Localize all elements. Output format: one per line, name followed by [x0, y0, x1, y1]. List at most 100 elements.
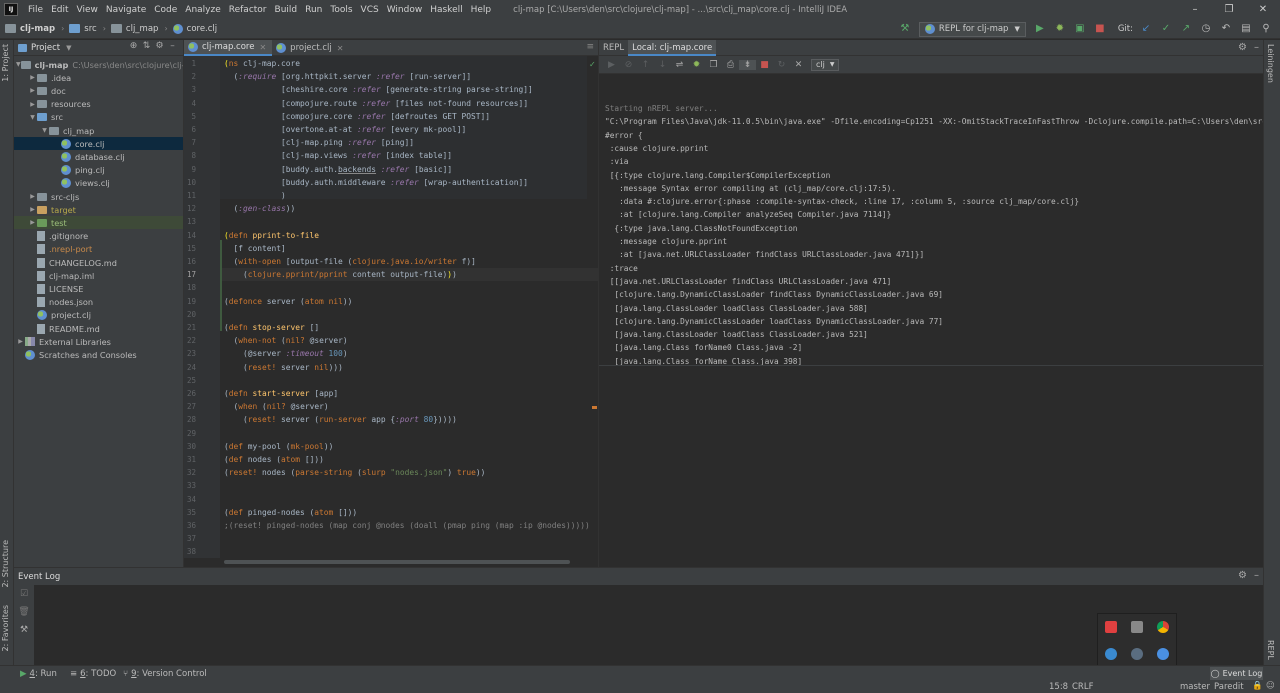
tree-item[interactable]: ▶ doc [14, 84, 183, 97]
chevron-right-icon[interactable]: ▶ [28, 74, 37, 81]
code-line[interactable]: (reset! server nil))) [224, 361, 343, 374]
git-push-icon[interactable]: ↗ [1178, 21, 1194, 37]
interrupt-icon[interactable]: ⊘ [620, 60, 637, 70]
git-branch[interactable]: master [1180, 682, 1210, 692]
run-icon[interactable]: ▶ [1032, 21, 1048, 37]
gear-icon[interactable]: ⚙ [153, 41, 166, 51]
code-line[interactable]: (:gen-class)) [224, 202, 296, 215]
search-icon[interactable]: ⚲ [1258, 21, 1274, 37]
chrome-icon[interactable] [1157, 621, 1169, 633]
run-config-select[interactable]: REPL for clj-map ▼ [918, 21, 1026, 37]
tree-item[interactable]: LICENSE [14, 282, 183, 295]
git-commit-icon[interactable]: ✓ [1158, 21, 1174, 37]
tree-item[interactable]: views.clj [14, 177, 183, 190]
hide-icon[interactable]: – [1254, 42, 1259, 53]
code-line[interactable]: [overtone.at-at :refer [every mk-pool]] [224, 123, 466, 136]
hammer-build-icon[interactable]: ⚒ [897, 21, 913, 37]
menu-run[interactable]: Run [301, 5, 326, 15]
structure-tool-tab[interactable]: 2: Structure [1, 540, 10, 588]
cloud-off-icon[interactable] [1131, 621, 1143, 633]
code-line[interactable]: (reset! server (run-server app {:port 80… [224, 413, 457, 426]
scroll-to-end-icon[interactable]: ⇟ [739, 59, 756, 70]
menu-refactor[interactable]: Refactor [225, 5, 271, 15]
breadcrumb-src[interactable]: src › [64, 24, 106, 34]
close-icon[interactable]: ✕ [337, 44, 344, 53]
minimize-button[interactable]: – [1178, 0, 1212, 19]
chevron-right-icon[interactable]: ▶ [16, 338, 25, 345]
project-view-select[interactable]: Project [31, 43, 60, 53]
tab-local-repl[interactable]: Local: clj-map.core [628, 39, 717, 56]
app-icon[interactable] [1105, 648, 1117, 660]
code-line[interactable]: (when (nil? @server) [224, 400, 329, 413]
horizontal-scrollbar[interactable] [224, 560, 570, 564]
code-line[interactable]: (with-open [output-file (clojure.java.io… [224, 255, 476, 268]
chevron-down-icon[interactable]: ▼ [66, 44, 71, 52]
cursor-position[interactable]: 15:8 [1049, 682, 1068, 692]
close-icon[interactable]: ✕ [259, 43, 266, 52]
menu-code[interactable]: Code [150, 5, 181, 15]
repl-input[interactable] [599, 367, 1263, 567]
stop-icon[interactable]: ■ [1092, 21, 1108, 37]
history-up-icon[interactable]: ↑ [637, 60, 654, 70]
menu-vcs[interactable]: VCS [357, 5, 383, 15]
locate-icon[interactable]: ⊕ [127, 41, 140, 51]
menu-analyze[interactable]: Analyze [181, 5, 224, 15]
chevron-right-icon[interactable]: ▶ [28, 101, 37, 108]
code-line[interactable]: (def pinged-nodes (atom [])) [224, 506, 357, 519]
collapse-icon[interactable]: ⇅ [140, 41, 153, 51]
chevron-right-icon[interactable]: ▶ [28, 219, 37, 226]
tab-clj-map-core[interactable]: clj-map.core ✕ [184, 40, 273, 56]
tree-item[interactable]: ▶ target [14, 203, 183, 216]
lock-icon[interactable]: 🔒 [1252, 681, 1263, 691]
code-line[interactable]: (def nodes (atom [])) [224, 453, 324, 466]
code-line[interactable]: (defn start-server [app] [224, 387, 338, 400]
gear-icon[interactable]: ⚙ [1238, 570, 1247, 581]
print-icon[interactable]: ⎙ [722, 60, 739, 70]
code-line[interactable]: ) [224, 189, 286, 202]
copy-icon[interactable]: ❐ [705, 60, 722, 70]
tree-item[interactable]: Scratches and Consoles [14, 348, 183, 361]
tree-item[interactable]: ▶ src-cljs [14, 190, 183, 203]
tree-item[interactable]: ▼ clj-mapC:\Users\den\src\clojure\clj-map [14, 58, 183, 71]
repl-output[interactable]: Starting nREPL server... "C:\Program File… [599, 74, 1263, 366]
event-log-button[interactable]: ◯ Event Log [1210, 667, 1263, 680]
code-line[interactable]: (def my-pool (mk-pool)) [224, 440, 333, 453]
code-line[interactable]: [f content] [224, 242, 286, 255]
code-line[interactable]: [clj-map.views :refer [index table]] [224, 149, 452, 162]
tree-item[interactable]: database.clj [14, 150, 183, 163]
menu-haskell[interactable]: Haskell [426, 5, 466, 15]
soft-wrap-icon[interactable]: ⇌ [671, 60, 688, 70]
trash-icon[interactable]: 🗑 [14, 603, 34, 621]
hide-icon[interactable]: – [166, 41, 179, 51]
code-line[interactable]: [clj-map.ping :refer [ping]] [224, 136, 414, 149]
code-line[interactable]: (@server :timeout 100) [224, 347, 348, 360]
paredit-toggle[interactable]: Paredit [1214, 682, 1244, 692]
code-line[interactable]: (when-not (nil? @server) [224, 334, 348, 347]
stop-icon[interactable]: ■ [756, 60, 773, 70]
menu-build[interactable]: Build [271, 5, 302, 15]
close-icon[interactable]: ✕ [790, 60, 807, 70]
chevron-down-icon[interactable]: ▼ [28, 114, 37, 121]
coverage-icon[interactable]: ▣ [1072, 21, 1088, 37]
tree-item[interactable]: .gitignore [14, 230, 183, 243]
hide-icon[interactable]: – [1254, 570, 1259, 581]
code-line[interactable]: (defn stop-server [] [224, 321, 319, 334]
tree-item[interactable]: ▶ .idea [14, 71, 183, 84]
restart-icon[interactable]: ↻ [773, 60, 790, 70]
tree-item[interactable]: ▼ src [14, 111, 183, 124]
menu-file[interactable]: File [24, 5, 47, 15]
settings-icon[interactable]: ▤ [1238, 21, 1254, 37]
breadcrumb-project[interactable]: clj-map › [0, 24, 64, 34]
code-line[interactable]: [compojure.core :refer [defroutes GET PO… [224, 110, 490, 123]
tree-item[interactable]: project.clj [14, 309, 183, 322]
code-line[interactable]: [cheshire.core :refer [generate-string p… [224, 83, 533, 96]
maximize-button[interactable]: ❐ [1212, 0, 1246, 19]
history-icon[interactable]: ◷ [1198, 21, 1214, 37]
chevron-right-icon[interactable]: ▶ [28, 87, 37, 94]
language-select[interactable]: clj ▼ [811, 58, 840, 71]
breadcrumb-file[interactable]: core.clj [168, 23, 217, 34]
run-tool-button[interactable]: ▶ 4: Run [20, 669, 57, 679]
tree-item[interactable]: CHANGELOG.md [14, 256, 183, 269]
code-line[interactable]: [buddy.auth.backends :refer [basic]] [224, 163, 452, 176]
todo-tool-button[interactable]: ≡ 6: TODO [70, 669, 116, 679]
